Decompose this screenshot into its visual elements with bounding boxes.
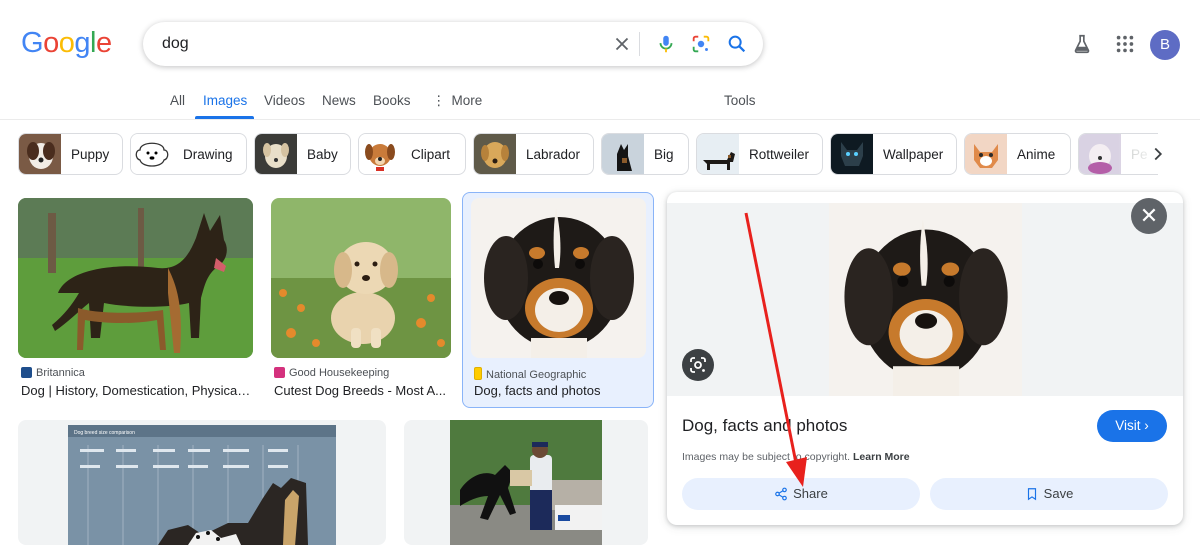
search-icon[interactable] (726, 33, 748, 55)
search-box[interactable]: dog (143, 22, 763, 66)
tab-more[interactable]: ⋮ More (432, 93, 482, 109)
result-title-3[interactable]: Dog, facts and photos (474, 383, 644, 398)
tab-all[interactable]: All (170, 93, 185, 108)
dog-and-mail-carrier-photo (450, 420, 602, 545)
result-image-5[interactable] (450, 420, 602, 545)
tools-button[interactable]: Tools (724, 93, 756, 108)
image-preview-panel: ✕ Dog, facts and photos Visit › Images m… (667, 192, 1183, 525)
chevron-right-icon[interactable] (1147, 143, 1169, 165)
chip-big[interactable]: Big (601, 133, 689, 175)
result-title-1[interactable]: Dog | History, Domestication, Physical .… (21, 383, 253, 398)
mic-icon[interactable] (655, 33, 677, 55)
result-title-2[interactable]: Cutest Dog Breeds - Most A... (274, 383, 452, 398)
tricolor-puppy-large-photo (829, 203, 1022, 396)
tabs-divider (0, 119, 1200, 120)
share-button[interactable]: Share (682, 478, 920, 510)
more-dots-icon: ⋮ (432, 93, 446, 108)
tab-images[interactable]: Images (203, 93, 247, 108)
britannica-favicon (21, 367, 32, 378)
account-avatar[interactable]: B (1150, 30, 1180, 60)
close-icon: ✕ (1139, 203, 1159, 228)
chip-thumbnail (255, 134, 297, 174)
apps-grid-icon[interactable] (1114, 33, 1136, 55)
google-logo[interactable]: Google (21, 27, 112, 60)
chip-thumbnail (831, 134, 873, 174)
chip-thumbnail (697, 134, 739, 174)
chip-thumbnail (474, 134, 516, 174)
copyright-notice: Images may be subject to copyright. Lear… (682, 451, 910, 463)
breed-size-chart-image: Dog breed size comparison (68, 425, 336, 545)
chip-labrador[interactable]: Labrador (473, 133, 594, 175)
visit-button[interactable]: Visit › (1097, 410, 1167, 442)
result-image-4[interactable]: Dog breed size comparison (68, 425, 336, 545)
tricolor-puppy-photo (471, 198, 646, 358)
chip-thumbnail (602, 134, 644, 174)
share-icon (775, 487, 787, 501)
clear-icon[interactable] (611, 33, 633, 55)
result-source-2[interactable]: Good Housekeeping (274, 367, 389, 379)
result-source-3[interactable]: National Geographic (474, 367, 586, 381)
chip-drawing[interactable]: Drawing (130, 133, 247, 175)
chip-thumbnail (131, 134, 173, 174)
chip-anime[interactable]: Anime (964, 133, 1071, 175)
tab-videos[interactable]: Videos (264, 93, 305, 108)
search-tabs: All Images Videos News Books ⋮ More Tools (0, 93, 1200, 119)
chip-baby[interactable]: Baby (254, 133, 351, 175)
chip-thumbnail (1079, 134, 1121, 174)
preview-title[interactable]: Dog, facts and photos (682, 416, 847, 436)
chip-thumbnail (965, 134, 1007, 174)
chip-wallpaper[interactable]: Wallpaper (830, 133, 957, 175)
result-image-2[interactable] (271, 198, 451, 358)
chevron-right-icon: › (1144, 418, 1149, 433)
save-button[interactable]: Save (930, 478, 1168, 510)
bookmark-icon (1027, 488, 1036, 501)
good-housekeeping-favicon (274, 367, 285, 378)
chip-thumbnail (19, 134, 61, 174)
golden-puppy-photo (271, 198, 451, 358)
nat-geo-favicon (474, 367, 482, 380)
tab-books[interactable]: Books (373, 93, 411, 108)
lens-icon[interactable] (690, 33, 712, 55)
preview-image[interactable] (829, 203, 1022, 396)
chip-clipart[interactable]: Clipart (358, 133, 466, 175)
result-source-1[interactable]: Britannica (21, 367, 85, 379)
labs-flask-icon[interactable] (1071, 33, 1093, 55)
search-divider (639, 32, 640, 56)
result-image-1[interactable] (18, 198, 253, 358)
learn-more-link[interactable]: Learn More (853, 451, 910, 463)
chip-rottweiler[interactable]: Rottweiler (696, 133, 823, 175)
chip-thumbnail (359, 134, 401, 174)
breed-chart-caption: Dog breed size comparison (74, 430, 135, 436)
search-input[interactable]: dog (162, 35, 189, 53)
lens-icon (690, 357, 706, 373)
lens-search-button[interactable] (682, 349, 714, 381)
german-shepherd-photo (18, 198, 253, 358)
close-button[interactable]: ✕ (1131, 198, 1167, 234)
result-image-3[interactable] (471, 198, 646, 358)
tab-news[interactable]: News (322, 93, 356, 108)
chip-puppy[interactable]: Puppy (18, 133, 123, 175)
